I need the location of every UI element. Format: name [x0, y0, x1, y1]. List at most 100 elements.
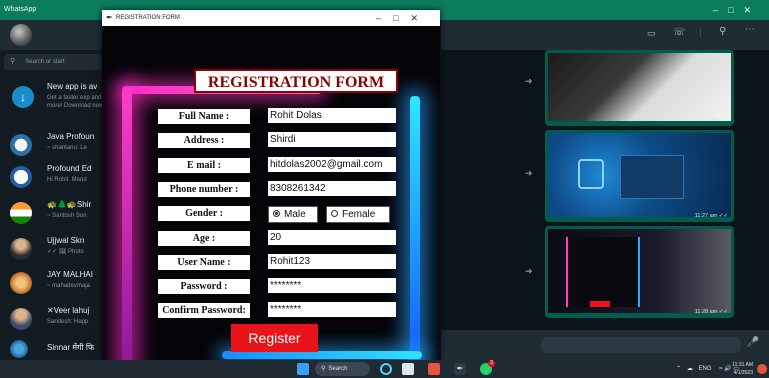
forward-icon[interactable]: ➜: [525, 168, 533, 179]
email-field[interactable]: hitdolas2002@gmail.com: [268, 157, 396, 172]
phone-icon[interactable]: ☏: [673, 27, 686, 38]
radio-unselected-icon: [331, 209, 338, 217]
avatar: [10, 134, 32, 156]
chat-list-item[interactable]: JAY MALHAI ~ mahadevmaja: [0, 266, 104, 304]
gender-male-radio[interactable]: Male: [268, 206, 318, 223]
clock-date: 4/1/2023: [733, 370, 753, 376]
phone-field[interactable]: 8308261342: [268, 181, 396, 196]
login-screen-image: [548, 133, 731, 217]
neon-glow-left: [122, 88, 132, 360]
video-call-icon[interactable]: ▭: [647, 28, 656, 39]
window-controls[interactable]: –□✕: [376, 10, 430, 26]
download-icon: ↓: [12, 86, 34, 108]
message-time: 11:27 am ✓✓: [694, 213, 728, 219]
message-image[interactable]: 11:27 am ✓✓: [545, 50, 734, 126]
message-image[interactable]: 11:27 am ✓✓: [545, 130, 734, 222]
menu-icon[interactable]: ⋯: [745, 24, 755, 35]
avatar: [10, 202, 32, 224]
confirm-password-field[interactable]: ********: [268, 302, 396, 317]
message-image[interactable]: 11:28 am ✓✓: [545, 226, 734, 318]
chat-list-item[interactable]: ↓ New app is av Get a faster exp and mor…: [0, 78, 104, 116]
gender-label: Gender :: [158, 206, 250, 221]
confirm-password-label: Confirm Password:: [158, 303, 250, 318]
full-name-label: Full Name :: [158, 109, 250, 124]
windows-start-icon[interactable]: [297, 363, 309, 375]
search-icon[interactable]: ⚲: [719, 26, 726, 37]
notification-center-icon[interactable]: [757, 364, 767, 374]
chat-title: 🐢🌲🐢Shir: [47, 200, 92, 209]
clock-time: 11:31 AM: [732, 362, 753, 368]
chat-subtitle: Hi Rohit. Mond: [47, 177, 87, 183]
language-indicator[interactable]: ENG: [699, 366, 712, 372]
taskbar-search[interactable]: ⚲ Search: [315, 362, 370, 376]
wifi-icon[interactable]: ≈: [719, 366, 722, 372]
system-tray: ⌃ ☁ ENG ≈ 🔊 ▭: [676, 362, 739, 376]
password-field[interactable]: ********: [268, 278, 396, 293]
microphone-icon[interactable]: 🎤: [747, 337, 759, 348]
chat-subtitle: ~ Santosh Son: [47, 213, 87, 219]
chat-subtitle: ✓✓ 🖼 Photo: [47, 249, 84, 255]
username-label: User Name :: [158, 255, 250, 270]
email-label: E mail :: [158, 158, 250, 173]
username-field[interactable]: Rohit123: [268, 254, 396, 269]
forward-icon[interactable]: ➜: [525, 76, 533, 87]
app-icon[interactable]: [428, 363, 440, 375]
hacker-image: [548, 53, 731, 121]
chat-subtitle: ~ mahadevmaja: [47, 283, 90, 289]
chat-title: JAY MALHAI: [47, 270, 93, 279]
chat-title: New app is av: [47, 82, 98, 91]
chat-subtitle: Get a faster exp and more! Download now: [47, 95, 104, 109]
chat-subtitle: Sandesh: Happ: [47, 319, 89, 325]
profile-avatar[interactable]: [10, 24, 32, 46]
login-panel: [620, 155, 684, 199]
chat-title: Profound Ed: [47, 164, 92, 173]
avatar: [10, 308, 32, 330]
chat-title: Sinnar मेंगी फि: [47, 343, 95, 352]
register-button[interactable]: Register: [231, 324, 318, 352]
taskbar-search-label: Search: [328, 366, 348, 372]
search-icon: ⚲: [10, 58, 16, 65]
mini-form: [566, 237, 640, 307]
divider: |: [699, 27, 702, 38]
address-label: Address :: [158, 133, 250, 148]
mini-register-button: [590, 301, 610, 307]
password-label: Password :: [158, 279, 250, 294]
search-icon: ⚲: [321, 366, 326, 372]
chat-title: ✕Veer lahuj: [47, 306, 90, 315]
weather-icon[interactable]: ☁: [687, 366, 693, 372]
neon-glow-right: [410, 96, 420, 360]
task-view-icon[interactable]: [402, 363, 414, 375]
cortana-icon[interactable]: [380, 363, 392, 375]
whatsapp-window-controls[interactable]: –□✕: [713, 0, 761, 20]
whatsapp-title: WhatsApp: [4, 6, 37, 13]
taskbar: ⚲ Search ✒ 3 ⌃ ☁ ENG ≈ 🔊 ▭ 11:31 AM 4/1/2…: [0, 360, 769, 378]
chat-list-header: [0, 20, 104, 50]
volume-icon[interactable]: 🔊: [724, 366, 731, 372]
age-field[interactable]: 20: [268, 230, 396, 245]
chevron-up-icon[interactable]: ⌃: [676, 366, 681, 372]
forward-icon[interactable]: ➜: [525, 266, 533, 277]
message-time: 11:27 am ✓✓: [694, 117, 728, 123]
feather-app-icon[interactable]: ✒: [454, 363, 466, 375]
form-title: REGISTRATION FORM: [194, 69, 398, 93]
registration-screenshot-image: [548, 229, 731, 313]
gender-female-radio[interactable]: Female: [326, 206, 390, 223]
message-time: 11:28 am ✓✓: [694, 309, 728, 315]
chat-list-item[interactable]: 🐢🌲🐢Shir ~ Santosh Son: [0, 196, 104, 234]
gender-male-label: Male: [284, 209, 306, 220]
address-field[interactable]: Shirdi: [268, 132, 396, 147]
chat-subtitle: ~ shantanu: Le: [47, 145, 87, 151]
chat-search-box[interactable]: ⚲ Search or start: [4, 54, 102, 70]
chat-list-item[interactable]: Profound Ed Hi Rohit. Mond: [0, 160, 104, 198]
age-label: Age :: [158, 231, 250, 246]
chat-list-item[interactable]: Ujjwal Skn ✓✓ 🖼 Photo: [0, 232, 104, 270]
system-clock[interactable]: 11:31 AM 4/1/2023: [732, 361, 753, 377]
chat-list-item[interactable]: ✕Veer lahuj Sandesh: Happ: [0, 302, 104, 340]
chat-list-item[interactable]: Sinnar मेंगी फि: [0, 336, 104, 360]
avatar: [10, 238, 32, 260]
search-input[interactable]: Search or start: [25, 59, 64, 65]
message-input[interactable]: [541, 337, 741, 353]
chat-title: Java Profoun: [47, 132, 95, 141]
full-name-field[interactable]: Rohit Dolas: [268, 108, 396, 123]
registration-titlebar: ✒ REGISTRATION FORM –□✕: [102, 10, 440, 26]
